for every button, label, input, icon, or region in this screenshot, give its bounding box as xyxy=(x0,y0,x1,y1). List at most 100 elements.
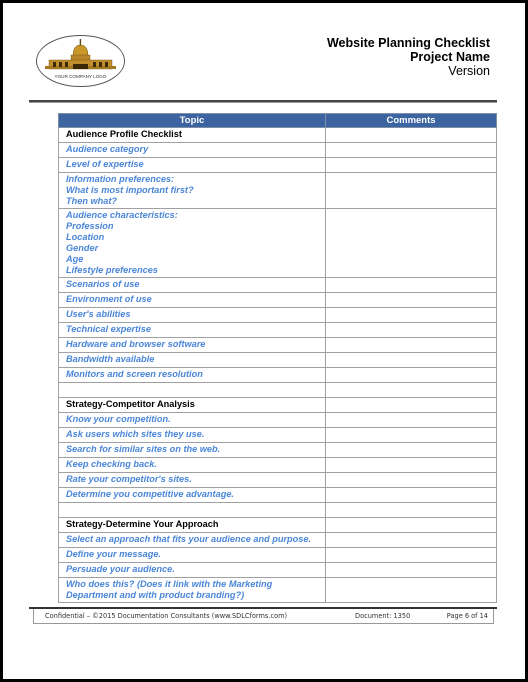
comments-cell[interactable] xyxy=(325,427,497,443)
topic-text: Search for similar sites on the web. xyxy=(66,444,221,454)
comments-cell[interactable] xyxy=(325,412,497,428)
table-row: Ask users which sites they use. xyxy=(58,427,497,443)
topic-text: Scenarios of use xyxy=(66,279,140,289)
topic-cell: Hardware and browser software xyxy=(58,337,326,353)
topic-cell: Who does this? (Does it link with the Ma… xyxy=(58,577,326,603)
topic-text: Strategy-Competitor Analysis xyxy=(66,399,195,409)
topic-text: Location xyxy=(66,232,105,242)
comments-cell[interactable] xyxy=(325,502,497,518)
topic-text: Age xyxy=(66,254,84,264)
comments-cell[interactable] xyxy=(325,577,497,603)
topic-text: Hardware and browser software xyxy=(66,339,206,349)
comments-cell[interactable] xyxy=(325,397,497,413)
topic-cell: Bandwidth available xyxy=(58,352,326,368)
checklist-body: Audience Profile Checklist Audience categ… xyxy=(58,127,497,603)
comments-cell[interactable] xyxy=(325,127,497,143)
topic-text: Level of expertise xyxy=(66,159,144,169)
topic-text: Lifestyle preferences xyxy=(66,265,158,275)
table-row: Who does this? (Does it link with the Ma… xyxy=(58,577,497,603)
topic-cell: Monitors and screen resolution xyxy=(58,367,326,383)
comments-cell[interactable] xyxy=(325,208,497,278)
table-row: Information preferences: What is most imp… xyxy=(58,172,497,209)
section-header-row: Audience Profile Checklist xyxy=(58,127,497,143)
comments-cell[interactable] xyxy=(325,172,497,209)
comments-cell[interactable] xyxy=(325,382,497,398)
table-row: Audience category xyxy=(58,142,497,158)
comments-cell[interactable] xyxy=(325,322,497,338)
topic-cell xyxy=(58,502,326,518)
comments-cell[interactable] xyxy=(325,142,497,158)
table-row: Rate your competitor's sites. xyxy=(58,472,497,488)
topic-text: Information preferences: xyxy=(66,174,175,184)
document-title-block: Website Planning Checklist Project Name … xyxy=(327,36,490,78)
topic-cell: Know your competition. xyxy=(58,412,326,428)
topic-text: Keep checking back. xyxy=(66,459,157,469)
comments-cell[interactable] xyxy=(325,292,497,308)
column-header-comments: Comments xyxy=(325,113,497,128)
topic-text: Strategy-Determine Your Approach xyxy=(66,519,219,529)
topic-cell: Define your message. xyxy=(58,547,326,563)
topic-text: Then what? xyxy=(66,196,118,206)
comments-cell[interactable] xyxy=(325,562,497,578)
table-row: User's abilities xyxy=(58,307,497,323)
header-divider xyxy=(29,100,497,103)
topic-cell: Keep checking back. xyxy=(58,457,326,473)
topic-cell: Rate your competitor's sites. xyxy=(58,472,326,488)
table-row: Monitors and screen resolution xyxy=(58,367,497,383)
section-title: Strategy-Competitor Analysis xyxy=(58,397,326,413)
comments-cell[interactable] xyxy=(325,337,497,353)
topic-text: Audience characteristics: xyxy=(66,210,178,220)
topic-text: What is most important first? xyxy=(66,185,194,195)
comments-cell[interactable] xyxy=(325,532,497,548)
topic-text: Department and with product branding?) xyxy=(66,590,245,600)
comments-cell[interactable] xyxy=(325,307,497,323)
topic-text: Define your message. xyxy=(66,549,161,559)
topic-cell: Scenarios of use xyxy=(58,277,326,293)
capitol-building-icon: YOUR COMPANY LOGO xyxy=(36,35,125,87)
topic-text: Select an approach that fits your audien… xyxy=(66,534,312,544)
topic-cell: Ask users which sites they use. xyxy=(58,427,326,443)
topic-cell: User's abilities xyxy=(58,307,326,323)
comments-cell[interactable] xyxy=(325,517,497,533)
table-row: Audience characteristics: Profession Locat… xyxy=(58,208,497,278)
comments-cell[interactable] xyxy=(325,277,497,293)
comments-cell[interactable] xyxy=(325,442,497,458)
column-header-topic: Topic xyxy=(58,113,326,128)
comments-cell[interactable] xyxy=(325,352,497,368)
comments-cell[interactable] xyxy=(325,487,497,503)
comments-cell[interactable] xyxy=(325,367,497,383)
topic-cell: Select an approach that fits your audien… xyxy=(58,532,326,548)
table-row: Select an approach that fits your audien… xyxy=(58,532,497,548)
section-title: Strategy-Determine Your Approach xyxy=(58,517,326,533)
table-row: Environment of use xyxy=(58,292,497,308)
project-name: Project Name xyxy=(410,50,490,64)
comments-cell[interactable] xyxy=(325,157,497,173)
document-page: YOUR COMPANY LOGO Website Planning Check… xyxy=(3,3,525,679)
table-row: Know your competition. xyxy=(58,412,497,428)
table-row xyxy=(58,502,497,518)
topic-text: Profession xyxy=(66,221,114,231)
section-header-row: Strategy-Determine Your Approach xyxy=(58,517,497,533)
checklist-table: Topic Comments Audience Profile Checklis… xyxy=(58,113,497,603)
table-row: Hardware and browser software xyxy=(58,337,497,353)
topic-text: Technical expertise xyxy=(66,324,151,334)
svg-text:YOUR COMPANY LOGO: YOUR COMPANY LOGO xyxy=(55,74,107,79)
document-title: Website Planning Checklist xyxy=(326,36,490,50)
topic-text: Monitors and screen resolution xyxy=(66,369,203,379)
topic-text: Rate your competitor's sites. xyxy=(66,474,192,484)
comments-cell[interactable] xyxy=(325,472,497,488)
company-logo: YOUR COMPANY LOGO xyxy=(35,34,126,88)
table-header-row: Topic Comments xyxy=(58,113,497,128)
comments-cell[interactable] xyxy=(325,457,497,473)
table-row: Bandwidth available xyxy=(58,352,497,368)
table-row: Level of expertise xyxy=(58,157,497,173)
comments-cell[interactable] xyxy=(325,547,497,563)
topic-text: User's abilities xyxy=(66,309,131,319)
topic-cell: Information preferences: What is most imp… xyxy=(58,172,326,209)
topic-cell: Audience category xyxy=(58,142,326,158)
topic-text: Determine you competitive advantage. xyxy=(66,489,234,499)
table-row: Define your message. xyxy=(58,547,497,563)
topic-text: Audience category xyxy=(66,144,149,154)
page-footer: Confidential – ©2015 Documentation Consu… xyxy=(33,609,494,624)
topic-text: Know your competition. xyxy=(66,414,171,424)
